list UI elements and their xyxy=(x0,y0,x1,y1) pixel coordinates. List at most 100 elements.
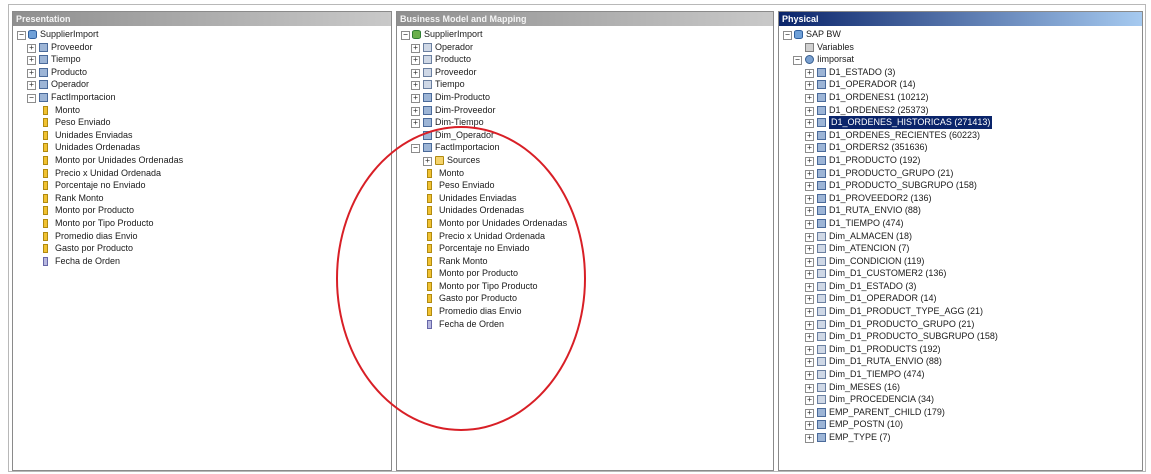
collapse-icon[interactable]: − xyxy=(783,31,792,40)
tree-item[interactable]: + Dim-Tiempo xyxy=(397,116,773,129)
expand-icon[interactable]: + xyxy=(805,383,814,393)
expand-icon[interactable]: + xyxy=(805,169,814,179)
expand-icon[interactable]: + xyxy=(805,345,814,355)
business-model-pane[interactable]: Business Model and Mapping − SupplierImp… xyxy=(396,11,774,471)
tree-item[interactable]: Precio x Unidad Ordenada xyxy=(13,167,391,180)
expand-icon[interactable]: + xyxy=(805,282,814,292)
expand-icon[interactable]: + xyxy=(805,257,814,267)
tree-item[interactable]: Monto por Unidades Ordenadas xyxy=(397,217,773,230)
tree-item[interactable]: Unidades Ordenadas xyxy=(13,141,391,154)
tree-item[interactable]: + EMP_PARENT_CHILD (179) xyxy=(779,406,1142,419)
tree-item[interactable]: Unidades Enviadas xyxy=(397,192,773,205)
expand-icon[interactable]: + xyxy=(805,131,814,141)
expand-icon[interactable]: + xyxy=(805,358,814,368)
tree-item[interactable]: Precio x Unidad Ordenada xyxy=(397,230,773,243)
tree-item[interactable]: + EMP_POSTN (10) xyxy=(779,418,1142,431)
tree-item[interactable]: Monto por Tipo Producto xyxy=(13,217,391,230)
physical-tree[interactable]: − SAP BW Variables − Iimporsat + D1_ESTADO (… xyxy=(779,26,1142,444)
expand-icon[interactable]: + xyxy=(805,270,814,280)
tree-item[interactable]: Gasto por Producto xyxy=(397,292,773,305)
expand-icon[interactable]: + xyxy=(805,396,814,406)
tree-item[interactable]: Monto por Unidades Ordenadas xyxy=(13,154,391,167)
tree-item[interactable]: Rank Monto xyxy=(13,192,391,205)
business-model-tree[interactable]: − SupplierImport + Operador + Producto + Prov… xyxy=(397,26,773,330)
expand-icon[interactable]: + xyxy=(805,308,814,318)
tree-item[interactable]: + Dim-Producto xyxy=(397,91,773,104)
expand-icon[interactable]: + xyxy=(805,144,814,154)
tree-item[interactable]: + Dim_D1_TIEMPO (474) xyxy=(779,368,1142,381)
tree-item[interactable]: + Dim_ATENCION (7) xyxy=(779,242,1142,255)
tree-item[interactable]: Dim_Operador xyxy=(397,129,773,142)
tree-item[interactable]: − FactImportacion xyxy=(13,91,391,104)
tree-item[interactable]: Monto xyxy=(397,167,773,180)
tree-item[interactable]: + Operador xyxy=(397,41,773,54)
tree-item[interactable]: Porcentaje no Enviado xyxy=(13,179,391,192)
expand-icon[interactable]: + xyxy=(805,119,814,129)
expand-icon[interactable]: + xyxy=(805,320,814,330)
expand-icon[interactable]: + xyxy=(805,219,814,229)
expand-icon[interactable]: + xyxy=(805,182,814,192)
tree-item[interactable]: + D1_ORDENES_HISTORICAS (271413) xyxy=(779,116,1142,129)
expand-icon[interactable]: + xyxy=(27,43,36,53)
expand-icon[interactable]: + xyxy=(805,68,814,78)
tree-item[interactable]: Monto por Producto xyxy=(397,267,773,280)
tree-item[interactable]: Gasto por Producto xyxy=(13,242,391,255)
tree-item[interactable]: + Dim_D1_RUTA_ENVIO (88) xyxy=(779,355,1142,368)
tree-item[interactable]: + Tiempo xyxy=(13,53,391,66)
tree-item[interactable]: Unidades Ordenadas xyxy=(397,204,773,217)
tree-item[interactable]: + Sources xyxy=(397,154,773,167)
expand-icon[interactable]: + xyxy=(411,119,420,129)
tree-item[interactable]: Peso Enviado xyxy=(397,179,773,192)
expand-icon[interactable]: + xyxy=(805,81,814,91)
expand-icon[interactable]: + xyxy=(411,68,420,78)
expand-icon[interactable]: + xyxy=(411,93,420,103)
expand-icon[interactable]: + xyxy=(411,106,420,116)
tree-item[interactable]: + Dim-Proveedor xyxy=(397,104,773,117)
tree-item[interactable]: + D1_PRODUCTO (192) xyxy=(779,154,1142,167)
tree-item[interactable]: + Dim_PROCEDENCIA (34) xyxy=(779,393,1142,406)
tree-item[interactable]: + D1_OPERADOR (14) xyxy=(779,78,1142,91)
tree-item[interactable]: Fecha de Orden xyxy=(397,318,773,331)
tree-item[interactable]: + D1_ORDENES2 (25373) xyxy=(779,104,1142,117)
expand-icon[interactable]: + xyxy=(411,43,420,53)
tree-item[interactable]: + Dim_CONDICION (119) xyxy=(779,255,1142,268)
tree-item[interactable]: Variables xyxy=(779,41,1142,54)
tree-root[interactable]: − SupplierImport xyxy=(397,28,773,41)
expand-icon[interactable]: + xyxy=(805,434,814,443)
expand-icon[interactable]: + xyxy=(805,93,814,103)
tree-item[interactable]: Unidades Enviadas xyxy=(13,129,391,142)
expand-icon[interactable]: + xyxy=(805,371,814,381)
tree-item[interactable]: + Dim_MESES (16) xyxy=(779,381,1142,394)
tree-item[interactable]: + Dim_D1_OPERADOR (14) xyxy=(779,292,1142,305)
tree-item[interactable]: + Dim_D1_PRODUCTS (192) xyxy=(779,343,1142,356)
expand-icon[interactable]: + xyxy=(805,333,814,343)
expand-icon[interactable]: + xyxy=(805,232,814,242)
tree-item[interactable]: + Dim_ALMACEN (18) xyxy=(779,230,1142,243)
tree-item[interactable]: + D1_ORDERS2 (351636) xyxy=(779,141,1142,154)
tree-item[interactable]: + Producto xyxy=(397,53,773,66)
expand-icon[interactable]: + xyxy=(27,56,36,66)
tree-item[interactable]: + D1_ORDENES_RECIENTES (60223) xyxy=(779,129,1142,142)
tree-item[interactable]: Fecha de Orden xyxy=(13,255,391,268)
tree-item[interactable]: + D1_RUTA_ENVIO (88) xyxy=(779,204,1142,217)
expand-icon[interactable]: + xyxy=(805,245,814,255)
tree-item[interactable]: + Dim_D1_PRODUCTO_GRUPO (21) xyxy=(779,318,1142,331)
tree-item[interactable]: Monto xyxy=(13,104,391,117)
collapse-icon[interactable]: − xyxy=(27,93,36,103)
expand-icon[interactable]: + xyxy=(411,81,420,91)
collapse-icon[interactable]: − xyxy=(793,56,802,66)
tree-item[interactable]: + D1_PRODUCTO_SUBGRUPO (158) xyxy=(779,179,1142,192)
expand-icon[interactable]: + xyxy=(27,68,36,78)
tree-item[interactable]: + D1_PROVEEDOR2 (136) xyxy=(779,192,1142,205)
expand-icon[interactable]: + xyxy=(27,81,36,91)
expand-icon[interactable]: + xyxy=(805,408,814,418)
expand-icon[interactable]: + xyxy=(805,106,814,116)
expand-icon[interactable]: + xyxy=(411,56,420,66)
tree-item[interactable]: + D1_ORDENES1 (10212) xyxy=(779,91,1142,104)
tree-item[interactable]: Porcentaje no Enviado xyxy=(397,242,773,255)
expand-icon[interactable]: + xyxy=(805,156,814,166)
tree-item[interactable]: − FactImportacion xyxy=(397,141,773,154)
tree-item[interactable]: + Proveedor xyxy=(397,66,773,79)
tree-item[interactable]: + Producto xyxy=(13,66,391,79)
tree-item[interactable]: + Dim_D1_ESTADO (3) xyxy=(779,280,1142,293)
